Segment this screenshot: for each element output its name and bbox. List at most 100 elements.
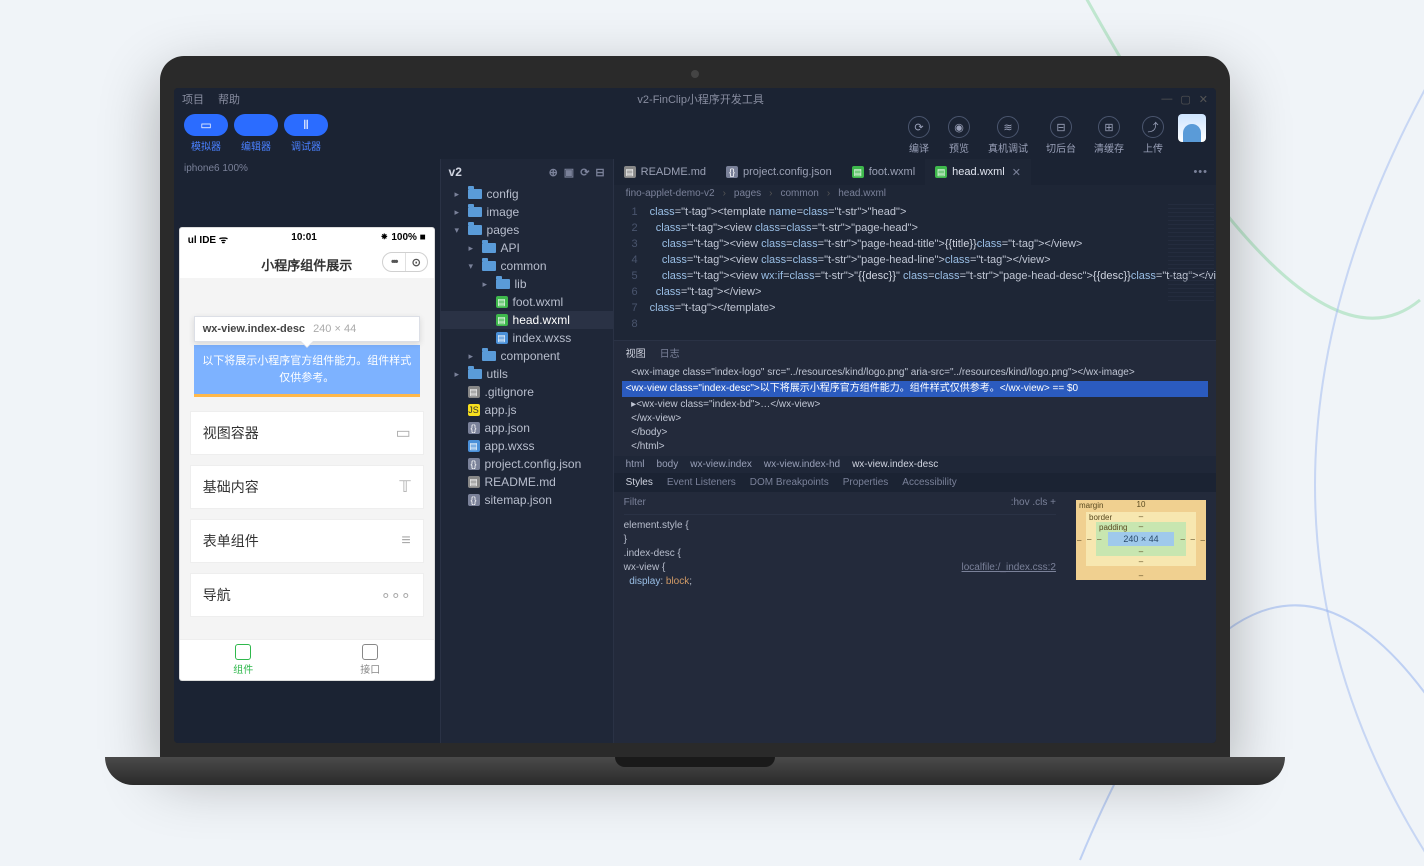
mode-pill-1[interactable]: [234, 114, 278, 136]
action-2[interactable]: ≋真机调试: [988, 116, 1028, 155]
sim-menu-item[interactable]: 导航∘∘∘: [190, 573, 424, 617]
file-node[interactable]: {}app.json: [441, 419, 613, 437]
dom-crumb[interactable]: wx-view.index-desc: [852, 459, 938, 470]
dom-line[interactable]: <wx-view class="index-desc">以下将展示小程序官方组件…: [622, 381, 1208, 397]
action-4[interactable]: ⊞清缓存: [1094, 116, 1124, 155]
dom-line[interactable]: ▸<wx-view class="index-bd">…</wx-view>: [626, 398, 1204, 412]
file-icon: ▤: [468, 476, 480, 488]
menu-help[interactable]: 帮助: [218, 91, 240, 107]
mode-pill-0[interactable]: ▭: [184, 114, 228, 136]
dom-tree[interactable]: <wx-image class="index-logo" src="../res…: [614, 364, 1216, 456]
window-controls[interactable]: — ▢ ✕: [1161, 93, 1208, 106]
phone-tab-bar: 组件接口: [180, 639, 434, 680]
window-title: v2-FinClip小程序开发工具: [240, 91, 1161, 107]
highlighted-element[interactable]: 以下将展示小程序官方组件能力。组件样式仅供参考。: [194, 345, 420, 397]
minimap[interactable]: [1168, 204, 1214, 304]
close-icon[interactable]: ✕: [1199, 93, 1208, 106]
new-folder-icon[interactable]: ▣: [564, 166, 574, 179]
devtools-subtab[interactable]: Event Listeners: [667, 477, 736, 488]
file-icon: {}: [468, 458, 480, 470]
phone-tab[interactable]: 组件: [180, 640, 307, 680]
phone-tab[interactable]: 接口: [307, 640, 434, 680]
dom-line[interactable]: </html>: [626, 440, 1204, 454]
sim-menu-item[interactable]: 基础内容𝕋: [190, 465, 424, 509]
folder-node[interactable]: ▾pages: [441, 221, 613, 239]
editor-tabs: ▤README.md{}project.config.json▤foot.wxm…: [614, 159, 1216, 185]
folder-node[interactable]: ▸utils: [441, 365, 613, 383]
phone-simulator[interactable]: ul IDE ᯤ 10:01 ⁕ 100% ■ 小程序组件展示 ••• ⊙: [180, 228, 434, 680]
devtools-pane: 视图 日志 <wx-image class="index-logo" src="…: [614, 340, 1216, 743]
refresh-icon[interactable]: ⟳: [580, 166, 589, 179]
folder-node[interactable]: ▸lib: [441, 275, 613, 293]
folder-icon: [482, 261, 496, 271]
dom-line[interactable]: <wx-image class="index-logo" src="../res…: [626, 366, 1204, 380]
capsule-buttons[interactable]: ••• ⊙: [382, 252, 428, 272]
file-icon: ▤: [468, 440, 480, 452]
chevron-icon: 𝕋: [399, 477, 410, 497]
file-node[interactable]: ▤README.md: [441, 473, 613, 491]
menu-project[interactable]: 项目: [182, 91, 204, 107]
style-toggles[interactable]: :hov .cls +: [1011, 496, 1056, 510]
editor-tab[interactable]: ▤README.md: [614, 159, 716, 185]
file-node[interactable]: {}sitemap.json: [441, 491, 613, 509]
avatar[interactable]: [1178, 114, 1206, 142]
mode-pill-2[interactable]: ⫴: [284, 114, 328, 136]
file-node[interactable]: ▤foot.wxml: [441, 293, 613, 311]
mode-label: 模拟器: [191, 138, 221, 153]
folder-node[interactable]: ▸image: [441, 203, 613, 221]
chevron-icon: ≡: [401, 532, 410, 550]
action-3[interactable]: ⊟切后台: [1046, 116, 1076, 155]
new-file-icon[interactable]: ⊕: [549, 166, 558, 179]
folder-node[interactable]: ▸API: [441, 239, 613, 257]
close-tab-icon[interactable]: ✕: [1012, 166, 1021, 179]
code-editor[interactable]: 1class="t-tag"><template name=class="t-s…: [614, 202, 1216, 340]
action-0[interactable]: ⟳编译: [908, 116, 930, 155]
folder-node[interactable]: ▾common: [441, 257, 613, 275]
dom-crumb[interactable]: body: [657, 459, 679, 470]
action-icon: ⤴: [1142, 116, 1164, 138]
project-root[interactable]: v2: [449, 165, 462, 179]
devtools-subtab[interactable]: Accessibility: [902, 477, 956, 488]
chevron-icon: ▭: [396, 423, 411, 443]
file-node[interactable]: ▤index.wxss: [441, 329, 613, 347]
editor-tab[interactable]: ▤foot.wxml: [842, 159, 925, 185]
styles-panel[interactable]: Filter:hov .cls +element.style {}.index-…: [614, 492, 1066, 743]
file-node[interactable]: JSapp.js: [441, 401, 613, 419]
devtools-subtab[interactable]: Styles: [626, 477, 653, 488]
folder-node[interactable]: ▸config: [441, 185, 613, 203]
editor-tab[interactable]: ▤head.wxml✕: [925, 159, 1031, 185]
editor-tab[interactable]: {}project.config.json: [716, 159, 842, 185]
maximize-icon[interactable]: ▢: [1180, 93, 1190, 106]
dom-crumb[interactable]: html: [626, 459, 645, 470]
file-node[interactable]: {}project.config.json: [441, 455, 613, 473]
file-node[interactable]: ▤.gitignore: [441, 383, 613, 401]
capsule-menu-icon[interactable]: •••: [383, 253, 405, 271]
action-1[interactable]: ◉预览: [948, 116, 970, 155]
devtools-subtab[interactable]: Properties: [843, 477, 889, 488]
file-node[interactable]: ▤app.wxss: [441, 437, 613, 455]
ide-window: 项目 帮助 v2-FinClip小程序开发工具 — ▢ ✕ ▭模拟器编辑器⫴调试…: [174, 88, 1216, 743]
filter-input[interactable]: Filter: [624, 496, 646, 510]
folder-icon: [468, 189, 482, 199]
dom-line[interactable]: </body>: [626, 426, 1204, 440]
sim-menu-item[interactable]: 表单组件≡: [190, 519, 424, 563]
breadcrumb[interactable]: fino-applet-demo-v2›pages›common›head.wx…: [614, 185, 1216, 202]
minimize-icon[interactable]: —: [1161, 93, 1172, 106]
dom-crumb[interactable]: wx-view.index: [690, 459, 752, 470]
sim-menu-item[interactable]: 视图容器▭: [190, 411, 424, 455]
dom-line[interactable]: </wx-view>: [626, 412, 1204, 426]
devtools-tab-log[interactable]: 日志: [660, 345, 680, 360]
dom-breadcrumb[interactable]: html body wx-view.index wx-view.index-hd wx-…: [614, 456, 1216, 473]
more-tabs-icon[interactable]: •••: [1185, 166, 1216, 178]
file-icon: ▤: [935, 166, 947, 178]
file-node[interactable]: ▤head.wxml: [441, 311, 613, 329]
collapse-icon[interactable]: ⊟: [595, 166, 604, 179]
folder-node[interactable]: ▸component: [441, 347, 613, 365]
devtools-tab-view[interactable]: 视图: [626, 345, 646, 360]
action-5[interactable]: ⤴上传: [1142, 116, 1164, 155]
devtools-subtab[interactable]: DOM Breakpoints: [750, 477, 829, 488]
file-icon: ▤: [496, 332, 508, 344]
dom-crumb[interactable]: wx-view.index-hd: [764, 459, 840, 470]
capsule-close-icon[interactable]: ⊙: [405, 253, 427, 271]
file-explorer: v2 ⊕ ▣ ⟳ ⊟ ▸config▸image▾pages▸API▾commo…: [441, 159, 614, 743]
